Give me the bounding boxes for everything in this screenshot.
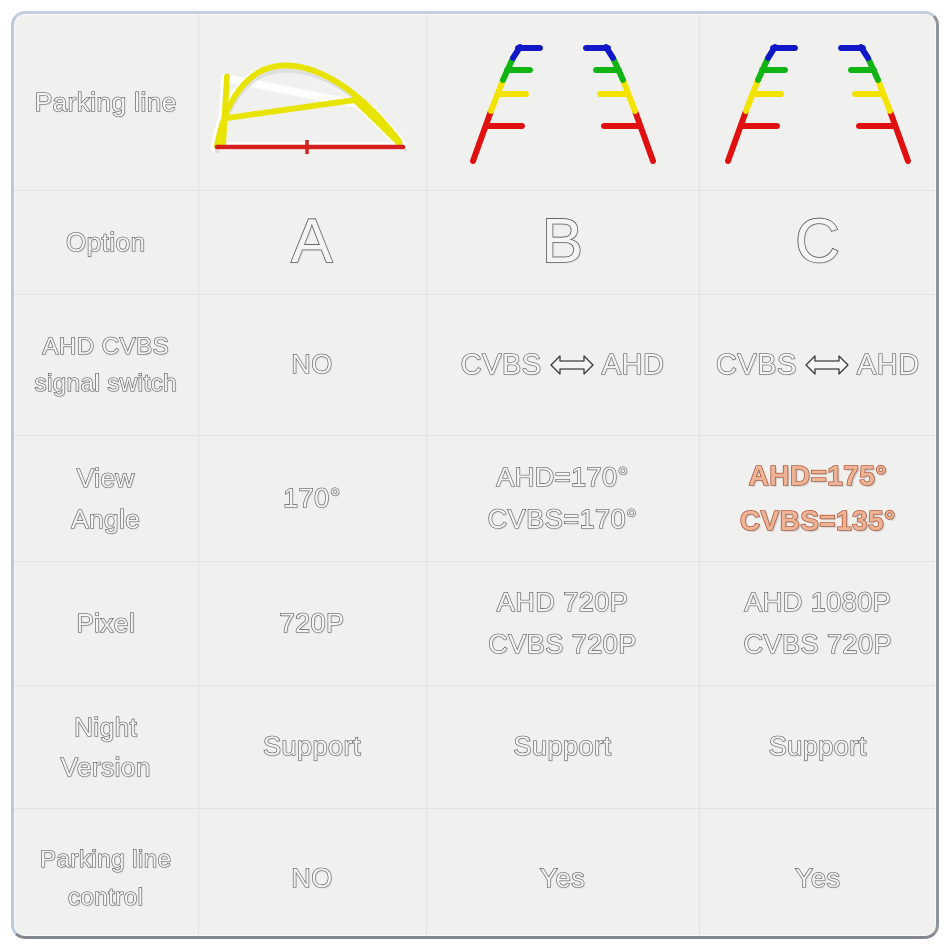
row-label-parking-line: Parking line bbox=[14, 14, 199, 191]
row-label-text: AHD CVBS signal switch bbox=[34, 332, 178, 397]
signal-left-label: CVBS bbox=[460, 348, 542, 381]
cell-option-a: A bbox=[198, 190, 427, 295]
option-letter-c: C bbox=[794, 207, 841, 277]
row-label-text: View Angle bbox=[71, 463, 141, 534]
guide-line-pair-c bbox=[700, 14, 937, 190]
spec-comparison-table-frame: Parking line Option A B C AHD CVBS signa… bbox=[11, 11, 939, 939]
table-row-night-version: Night Version Support Support Support bbox=[14, 685, 936, 809]
cell-night-version-b: Support bbox=[426, 685, 700, 809]
table-row-view-angle: View Angle 170° AHD=170° CVBS=170° AHD=1… bbox=[14, 435, 936, 562]
night-version-value-b: Support bbox=[513, 731, 612, 762]
cell-pixel-c: AHD 1080P CVBS 720P bbox=[699, 561, 936, 686]
option-letter-b: B bbox=[541, 207, 584, 277]
cell-night-version-c: Support bbox=[699, 685, 936, 809]
cell-option-c: C bbox=[699, 190, 936, 295]
cell-night-version-a: Support bbox=[198, 685, 427, 809]
cell-view-angle-c: AHD=175° CVBS=135° bbox=[699, 435, 936, 562]
color-segmented-guide-left-icon bbox=[469, 44, 543, 164]
table-row-signal-switch: AHD CVBS signal switch NO CVBS AHD CVBS … bbox=[14, 294, 937, 436]
color-segmented-guide-left-icon bbox=[724, 44, 798, 164]
signal-switch-value-c: CVBS AHD bbox=[700, 343, 937, 388]
signal-switch-value-b: CVBS AHD bbox=[427, 343, 699, 388]
double-arrow-icon bbox=[804, 352, 850, 378]
view-angle-value-b: AHD=170° CVBS=170° bbox=[487, 461, 638, 534]
night-version-value-c: Support bbox=[768, 731, 867, 762]
double-arrow-icon bbox=[549, 352, 595, 378]
signal-right-label: AHD bbox=[601, 348, 665, 381]
cell-parking-line-control-c: Yes bbox=[699, 809, 936, 937]
cell-signal-switch-c: CVBS AHD bbox=[699, 294, 937, 436]
row-label-text: Pixel bbox=[76, 608, 136, 639]
pixel-value-b: AHD 720P CVBS 720P bbox=[488, 586, 637, 659]
curved-yellow-parking-arc-icon bbox=[210, 62, 408, 154]
parking-arc-graphic bbox=[199, 14, 426, 190]
parking-line-control-value-b: Yes bbox=[539, 862, 586, 893]
row-label-night-version: Night Version bbox=[14, 685, 199, 809]
row-label-text: Parking line bbox=[34, 86, 177, 117]
pixel-value-c: AHD 1080P CVBS 720P bbox=[743, 586, 893, 659]
table-row-parking-line: Parking line bbox=[14, 14, 936, 191]
table-row-parking-line-control: Parking line control NO Yes Yes bbox=[14, 808, 936, 937]
guide-line-pair-b bbox=[427, 14, 699, 190]
row-label-signal-switch: AHD CVBS signal switch bbox=[14, 294, 199, 436]
cell-pixel-a: 720P bbox=[198, 561, 427, 686]
night-version-value-a: Support bbox=[262, 731, 362, 762]
cell-signal-switch-a: NO bbox=[198, 294, 427, 436]
row-label-text: Option bbox=[65, 227, 146, 258]
parking-line-control-value-a: NO bbox=[291, 862, 333, 893]
row-label-text: Night Version bbox=[60, 711, 151, 782]
parking-line-control-value-c: Yes bbox=[794, 862, 841, 893]
row-label-pixel: Pixel bbox=[14, 561, 199, 686]
row-label-parking-line-control: Parking line control bbox=[14, 808, 199, 936]
signal-switch-value-a: NO bbox=[291, 349, 333, 380]
signal-left-label: CVBS bbox=[715, 348, 797, 381]
cell-view-angle-b: AHD=170° CVBS=170° bbox=[426, 435, 700, 562]
cell-signal-switch-b: CVBS AHD bbox=[426, 294, 700, 436]
color-segmented-guide-right-icon bbox=[837, 44, 911, 164]
spec-comparison-table: Parking line Option A B C AHD CVBS signa… bbox=[14, 14, 937, 937]
pixel-value-a: 720P bbox=[279, 607, 345, 638]
cell-parking-line-control-b: Yes bbox=[426, 808, 700, 936]
cell-parking-line-c bbox=[699, 14, 936, 191]
cell-view-angle-a: 170° bbox=[198, 435, 427, 562]
table-row-option: Option A B C bbox=[14, 190, 936, 295]
option-letter-a: A bbox=[290, 207, 333, 277]
signal-right-label: AHD bbox=[856, 348, 920, 381]
row-label-option: Option bbox=[14, 190, 199, 295]
row-label-text: Parking line control bbox=[39, 846, 172, 911]
view-angle-value-c-highlighted: AHD=175° CVBS=135° bbox=[739, 459, 896, 536]
cell-pixel-b: AHD 720P CVBS 720P bbox=[426, 561, 700, 686]
cell-parking-line-control-a: NO bbox=[198, 808, 427, 936]
row-label-view-angle: View Angle bbox=[14, 435, 199, 562]
cell-parking-line-a bbox=[198, 14, 427, 191]
color-segmented-guide-right-icon bbox=[582, 44, 656, 164]
view-angle-value-a: 170° bbox=[283, 482, 341, 513]
cell-parking-line-b bbox=[426, 14, 700, 191]
cell-option-b: B bbox=[426, 190, 700, 295]
table-row-pixel: Pixel 720P AHD 720P CVBS 720P AHD 1080P … bbox=[14, 561, 936, 686]
